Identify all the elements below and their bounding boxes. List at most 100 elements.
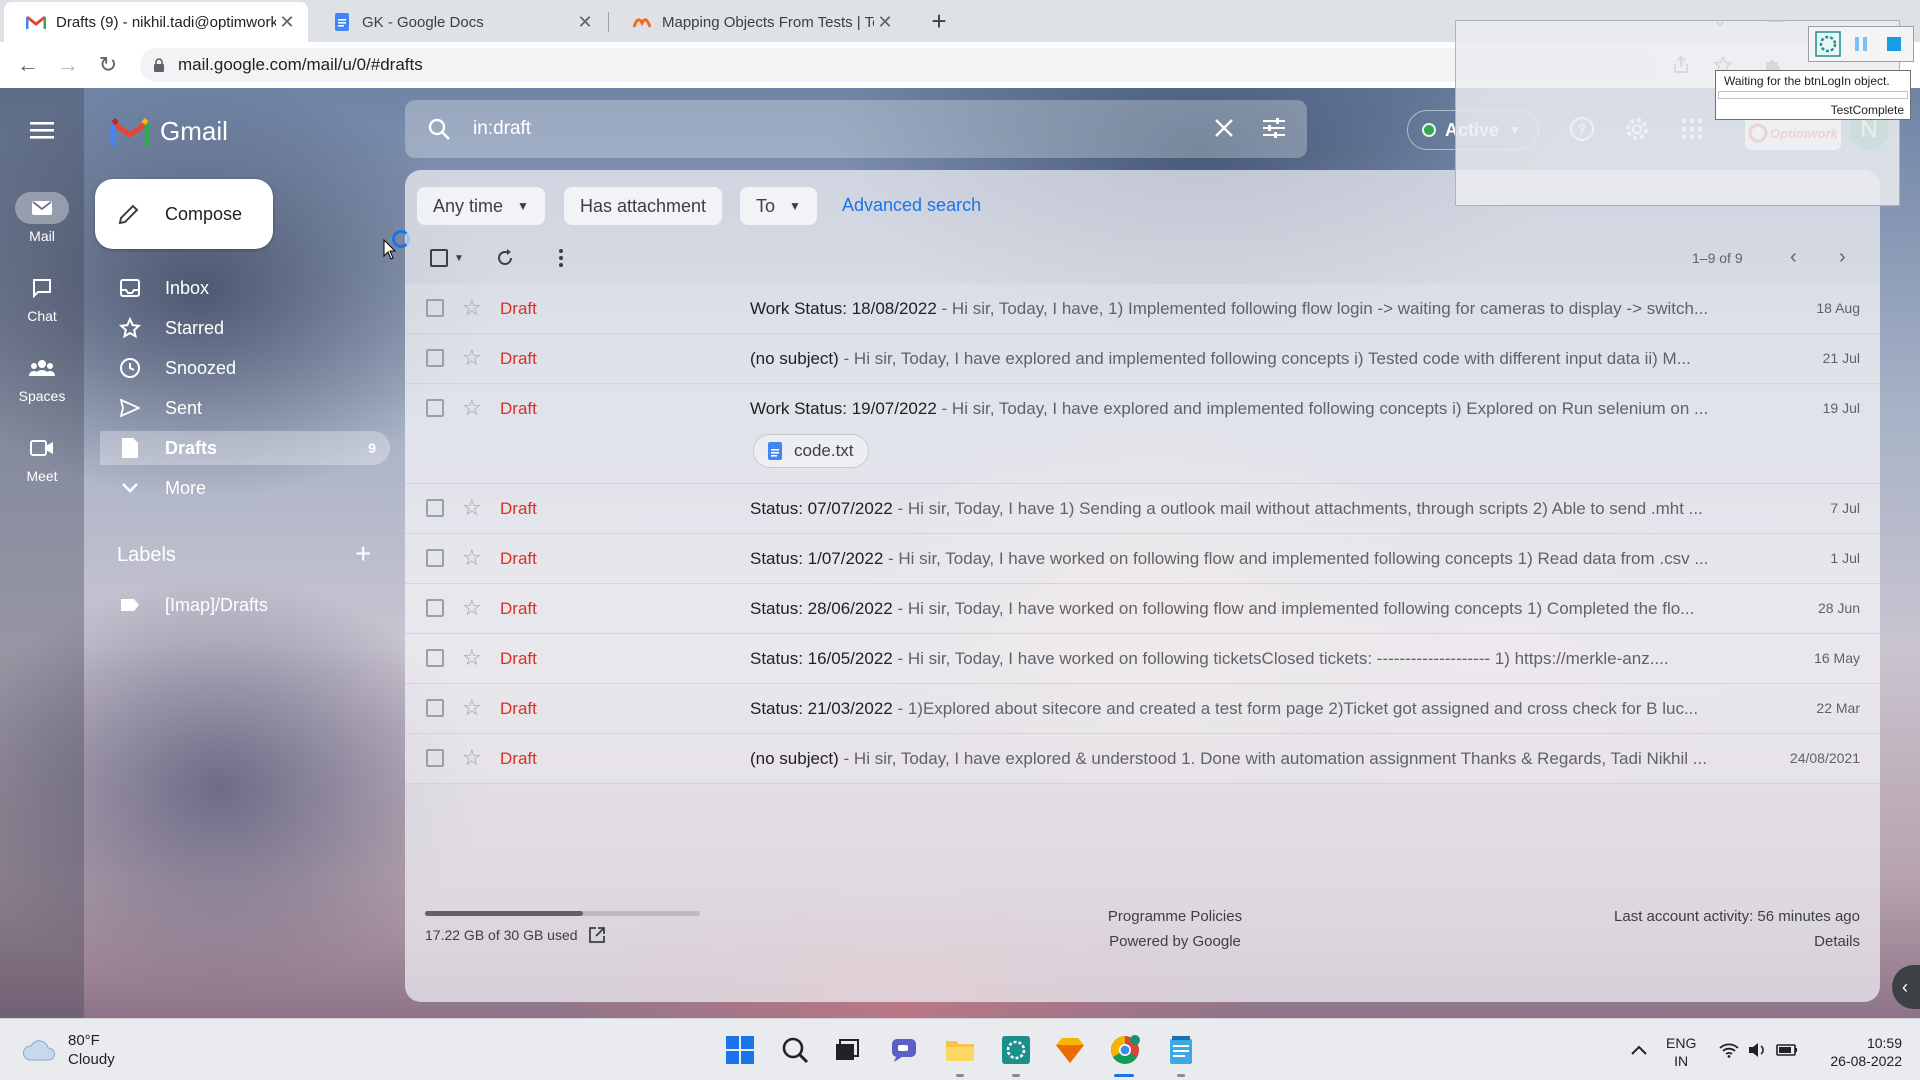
forward-arrow-icon[interactable]: → xyxy=(52,49,84,81)
email-row[interactable]: ☆ Draft Status: 16/05/2022 - Hi sir, Today… xyxy=(405,634,1880,684)
rail-meet[interactable]: Meet xyxy=(0,432,84,484)
wifi-icon[interactable] xyxy=(1718,1039,1740,1061)
email-row[interactable]: ☆ Draft Status: 1/07/2022 - Hi sir, Today,… xyxy=(405,534,1880,584)
advanced-search-link[interactable]: Advanced search xyxy=(842,195,981,216)
row-checkbox[interactable] xyxy=(426,649,444,667)
nav-drafts[interactable]: Drafts 9 xyxy=(100,431,390,465)
open-in-new-icon[interactable] xyxy=(588,926,606,944)
mail-list-panel: Any time ▼ Has attachment To ▼ Advanced … xyxy=(405,170,1880,1002)
chrome-icon[interactable] xyxy=(1107,1032,1143,1068)
row-checkbox[interactable] xyxy=(426,749,444,767)
main-menu-icon[interactable] xyxy=(26,114,58,146)
gmail-logo[interactable]: Gmail xyxy=(110,116,228,147)
previous-page-icon[interactable]: ‹ xyxy=(1790,246,1797,269)
row-checkbox[interactable] xyxy=(426,299,444,317)
email-row[interactable]: ☆ Draft Status: 07/07/2022 - Hi sir, Today… xyxy=(405,484,1880,534)
back-arrow-icon[interactable]: ← xyxy=(12,49,44,81)
row-checkbox[interactable] xyxy=(426,399,444,417)
next-page-icon[interactable]: › xyxy=(1839,246,1846,269)
reload-icon[interactable]: ↻ xyxy=(92,49,124,81)
taskbar-search-icon[interactable] xyxy=(777,1032,813,1068)
search-icon[interactable] xyxy=(427,117,451,141)
search-options-icon[interactable] xyxy=(1261,115,1287,146)
programme-policies-link[interactable]: Programme Policies xyxy=(1025,904,1325,929)
row-checkbox[interactable] xyxy=(426,349,444,367)
testcomplete-logo-icon[interactable] xyxy=(1814,30,1842,58)
nav-label-imap-drafts[interactable]: [Imap]/Drafts xyxy=(100,588,390,622)
running-indicator xyxy=(956,1074,964,1077)
nav-snoozed[interactable]: Snoozed xyxy=(100,351,390,385)
filter-has-attachment[interactable]: Has attachment xyxy=(564,187,723,225)
select-all-checkbox[interactable]: ▼ xyxy=(425,242,469,274)
email-row[interactable]: ☆ Draft Status: 21/03/2022 - 1)Explored ab… xyxy=(405,684,1880,734)
nav-starred[interactable]: Starred xyxy=(100,311,390,345)
row-checkbox[interactable] xyxy=(426,499,444,517)
email-row[interactable]: ☆ Draft Work Status: 18/08/2022 - Hi sir, … xyxy=(405,284,1880,334)
clear-search-icon[interactable] xyxy=(1211,115,1237,146)
star-icon[interactable]: ☆ xyxy=(462,295,482,321)
details-link[interactable]: Details xyxy=(1614,929,1860,954)
row-checkbox[interactable] xyxy=(426,549,444,567)
file-explorer-icon[interactable] xyxy=(942,1032,978,1068)
search-input[interactable] xyxy=(473,118,1153,140)
more-options-icon[interactable] xyxy=(545,242,577,274)
email-row[interactable]: ☆ Draft (no subject) - Hi sir, Today, I ha… xyxy=(405,334,1880,384)
tab-google-docs[interactable]: GK - Google Docs ✕ xyxy=(310,2,606,42)
email-date: 28 Jun xyxy=(1817,600,1860,616)
rail-chat[interactable]: Chat xyxy=(0,272,84,324)
star-icon[interactable]: ☆ xyxy=(462,645,482,671)
filter-any-time[interactable]: Any time ▼ xyxy=(417,187,545,225)
address-bar[interactable]: mail.google.com/mail/u/0/#drafts xyxy=(140,48,1660,82)
notepad-icon[interactable] xyxy=(1163,1032,1199,1068)
volume-icon[interactable] xyxy=(1746,1039,1768,1061)
star-icon[interactable]: ☆ xyxy=(462,395,482,421)
nav-more[interactable]: More xyxy=(100,471,390,505)
tab-gmail-drafts[interactable]: Drafts (9) - nikhil.tadi@optimworks ✕ xyxy=(4,2,308,42)
email-row[interactable]: ☆ Draft Work Status: 19/07/2022 - Hi sir, … xyxy=(405,384,1880,484)
language-indicator[interactable]: ENG IN xyxy=(1666,1034,1696,1070)
add-label-icon[interactable]: + xyxy=(355,540,371,568)
email-row[interactable]: ☆ Draft Status: 28/06/2022 - Hi sir, Today… xyxy=(405,584,1880,634)
close-tab-icon[interactable]: ✕ xyxy=(574,12,596,33)
pause-icon[interactable] xyxy=(1847,30,1875,58)
close-tab-icon[interactable]: ✕ xyxy=(874,12,896,33)
tab-testcomplete-docs[interactable]: Mapping Objects From Tests | TestComplet… xyxy=(610,2,906,42)
stop-icon[interactable] xyxy=(1880,30,1908,58)
row-checkbox[interactable] xyxy=(426,699,444,717)
system-clock[interactable]: 10:59 26-08-2022 xyxy=(1818,1034,1902,1070)
weather-widget[interactable]: 80°F Cloudy xyxy=(22,1031,115,1069)
last-activity-text: Last account activity: 56 minutes ago xyxy=(1614,908,1860,925)
star-icon[interactable]: ☆ xyxy=(462,345,482,371)
email-row[interactable]: ☆ Draft (no subject) - Hi sir, Today, I ha… xyxy=(405,734,1880,784)
nav-label: [Imap]/Drafts xyxy=(165,594,269,615)
nav-sent[interactable]: Sent xyxy=(100,391,390,425)
rail-mail[interactable]: Mail xyxy=(0,192,84,244)
star-icon[interactable]: ☆ xyxy=(462,545,482,571)
battery-icon[interactable] xyxy=(1776,1039,1798,1061)
sketch-app-icon[interactable] xyxy=(1052,1032,1088,1068)
task-view-icon[interactable] xyxy=(829,1032,865,1068)
nav-inbox[interactable]: Inbox xyxy=(100,271,390,305)
drafts-count-badge: 9 xyxy=(368,440,376,456)
windows-start-icon[interactable] xyxy=(722,1032,758,1068)
tray-overflow-chevron-icon[interactable] xyxy=(1628,1039,1650,1061)
email-date: 16 May xyxy=(1814,650,1860,666)
draft-label: Draft xyxy=(500,349,537,368)
star-icon[interactable]: ☆ xyxy=(462,595,482,621)
attachment-chip[interactable]: code.txt xyxy=(753,434,869,468)
filter-to[interactable]: To ▼ xyxy=(740,187,817,225)
star-icon[interactable]: ☆ xyxy=(462,495,482,521)
rail-spaces[interactable]: Spaces xyxy=(0,352,84,404)
testcomplete-taskbar-icon[interactable] xyxy=(998,1032,1034,1068)
teams-chat-icon[interactable] xyxy=(886,1032,922,1068)
new-tab-button[interactable]: + xyxy=(922,4,956,38)
refresh-icon[interactable] xyxy=(489,242,521,274)
email-date: 24/08/2021 xyxy=(1789,750,1860,766)
star-icon[interactable]: ☆ xyxy=(462,695,482,721)
compose-button[interactable]: Compose xyxy=(95,179,273,249)
close-tab-icon[interactable]: ✕ xyxy=(276,12,298,33)
row-checkbox[interactable] xyxy=(426,599,444,617)
star-icon[interactable]: ☆ xyxy=(462,745,482,771)
gmail-wordmark: Gmail xyxy=(160,116,228,146)
show-side-panel-button[interactable]: ‹ xyxy=(1892,965,1920,1009)
